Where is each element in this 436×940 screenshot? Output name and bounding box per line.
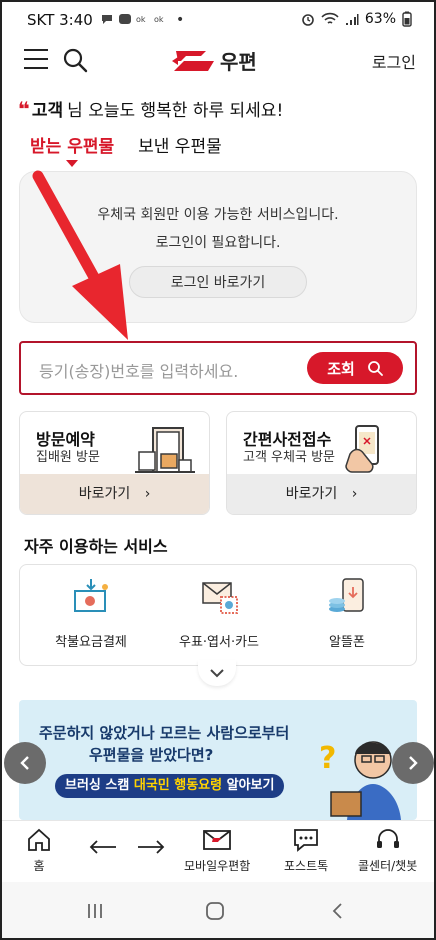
service-budget-phone[interactable]: 알뜰폰 — [282, 575, 412, 650]
service-label: 알뜰폰 — [329, 635, 365, 650]
door-delivery-icon — [135, 427, 195, 473]
nav-forward[interactable] — [136, 839, 166, 859]
chat-bubble-icon — [294, 829, 318, 852]
wifi-icon — [321, 12, 339, 24]
banner-cta-highlight: 대국민 행동요령 — [133, 778, 223, 793]
frequent-services-panel: 착불요금결제 우표·엽서·카드 알뜰폰 — [19, 564, 417, 666]
nav-callcenter[interactable]: 콜센터/챗봇 — [358, 827, 417, 874]
svg-text:ok: ok — [154, 15, 164, 24]
frequent-services-title: 자주 이용하는 서비스 — [24, 537, 168, 556]
card-subtitle: 집배원 방문 — [36, 450, 100, 465]
cod-payment-icon — [74, 579, 108, 612]
banner-line-2: 우편물을 받았다면? — [89, 746, 214, 764]
battery-level: 63% — [364, 11, 396, 27]
greeting-name: 고객 — [31, 101, 64, 121]
app-header: 우편 로그인 — [0, 40, 436, 82]
greeting-message: 님 오늘도 행복한 하루 되세요! — [67, 101, 284, 121]
system-navigation-bar — [0, 882, 436, 940]
banner-line-1: 주문하지 않았거나 모르는 사람으로부터 — [39, 724, 290, 742]
quote-mark-icon: ❛❛ — [18, 97, 30, 121]
budget-phone-icon — [329, 578, 364, 612]
menu-icon[interactable] — [24, 49, 48, 69]
recent-apps-icon[interactable] — [86, 902, 104, 920]
search-icon — [367, 361, 383, 376]
banner-next-button[interactable] — [392, 742, 434, 784]
banner-cta-part-2: 알아보기 — [222, 778, 275, 793]
banner-cta[interactable]: 브러싱 스캠 대국민 행동요령 알아보기 — [55, 774, 285, 798]
tracking-search-button[interactable]: 조회 — [307, 352, 403, 384]
status-right: 63% — [301, 11, 412, 27]
nav-callcenter-label: 콜센터/챗봇 — [358, 859, 418, 873]
card-action-label: 바로가기 — [78, 486, 131, 502]
tab-indicator-icon — [66, 160, 78, 167]
mailbox-icon — [203, 830, 232, 850]
home-icon — [28, 828, 50, 851]
chevron-right-icon — [409, 756, 418, 770]
card-action[interactable]: 바로가기 › — [227, 474, 416, 514]
search-icon[interactable] — [62, 47, 88, 73]
back-button-icon[interactable] — [330, 902, 344, 920]
service-label: 착불요금결제 — [55, 635, 127, 650]
app-notification-icon: ok — [136, 12, 150, 29]
nav-back[interactable] — [88, 839, 118, 859]
chat-notification-icon — [100, 12, 114, 29]
login-link[interactable]: 로그인 — [372, 49, 416, 73]
nav-home[interactable]: 홈 — [26, 827, 52, 874]
battery-icon — [402, 11, 412, 27]
talk-notification-icon — [118, 12, 132, 29]
nav-posttalk-label: 포스트톡 — [284, 859, 329, 873]
tracking-search-label: 조회 — [327, 359, 355, 378]
nav-home-label: 홈 — [33, 859, 45, 873]
svg-text:ok: ok — [136, 15, 146, 24]
tab-sent-mail[interactable]: 보낸 우편물 — [138, 132, 222, 161]
tab-received-mail-label: 받는 우편물 — [30, 137, 115, 157]
arrow-right-icon — [138, 840, 165, 854]
login-shortcut-button[interactable]: 로그인 바로가기 — [129, 266, 307, 298]
signal-icon — [345, 14, 359, 25]
mail-tabs: 받는 우편물 보낸 우편물 — [27, 132, 222, 167]
arrow-left-icon — [89, 840, 116, 854]
stamp-postcard-icon — [202, 582, 238, 614]
nav-posttalk[interactable]: 포스트톡 — [284, 827, 328, 874]
nav-mobile-mailbox[interactable]: 모바일우편함 — [184, 827, 250, 874]
service-label: 우표·엽서·카드 — [178, 635, 260, 650]
svg-text:?: ? — [319, 741, 336, 776]
chevron-left-icon — [20, 756, 29, 770]
app-notification-icon-2: ok — [154, 12, 168, 29]
headset-icon — [376, 829, 399, 848]
home-button-icon[interactable] — [205, 901, 225, 921]
chevron-right-icon: › — [144, 486, 151, 502]
korea-post-logo[interactable]: 우편 — [172, 46, 257, 75]
logo-text: 우편 — [220, 50, 257, 74]
dot-icon: • — [176, 12, 185, 28]
red-arrow-annotation — [32, 170, 128, 340]
greeting: ❛❛ 고객 님 오늘도 행복한 하루 되세요! — [18, 96, 283, 121]
status-bar: SKT 3:40 ok ok • 63% — [0, 0, 436, 40]
bottom-navigation: 홈 모바일우편함 포스트톡 콜센터/챗봇 — [0, 820, 436, 882]
card-action[interactable]: 바로가기 › — [20, 474, 209, 514]
tracking-search-box: 등기(송장)번호를 입력하세요. 조회 — [19, 341, 417, 395]
phone-hand-icon — [345, 425, 379, 473]
service-stamp-card[interactable]: 우표·엽서·카드 — [154, 575, 284, 650]
tracking-number-input[interactable]: 등기(송장)번호를 입력하세요. — [39, 358, 238, 382]
chevron-down-icon — [210, 669, 224, 678]
status-time: SKT 3:40 — [27, 11, 93, 29]
alarm-icon — [302, 14, 314, 26]
easy-pre-registration-card[interactable]: 간편사전접수 고객 우체국 방문 바로가기 › — [226, 411, 417, 515]
brushing-scam-banner[interactable]: 주문하지 않았거나 모르는 사람으로부터 우편물을 받았다면? 브러싱 스캠 대… — [19, 700, 417, 820]
nav-mobile-mailbox-label: 모바일우편함 — [184, 859, 251, 873]
banner-prev-button[interactable] — [4, 742, 46, 784]
visit-reservation-card[interactable]: 방문예약 집배원 방문 바로가기 › — [19, 411, 210, 515]
tab-received-mail[interactable]: 받는 우편물 — [27, 132, 117, 167]
banner-cta-part-1: 브러싱 스캠 — [65, 778, 134, 793]
post-logo-icon — [172, 50, 214, 71]
expand-services-button[interactable] — [198, 660, 236, 686]
card-action-label: 바로가기 — [285, 486, 338, 502]
chevron-right-icon: › — [351, 486, 358, 502]
card-subtitle: 고객 우체국 방문 — [243, 450, 335, 465]
service-cod-payment[interactable]: 착불요금결제 — [26, 575, 156, 650]
